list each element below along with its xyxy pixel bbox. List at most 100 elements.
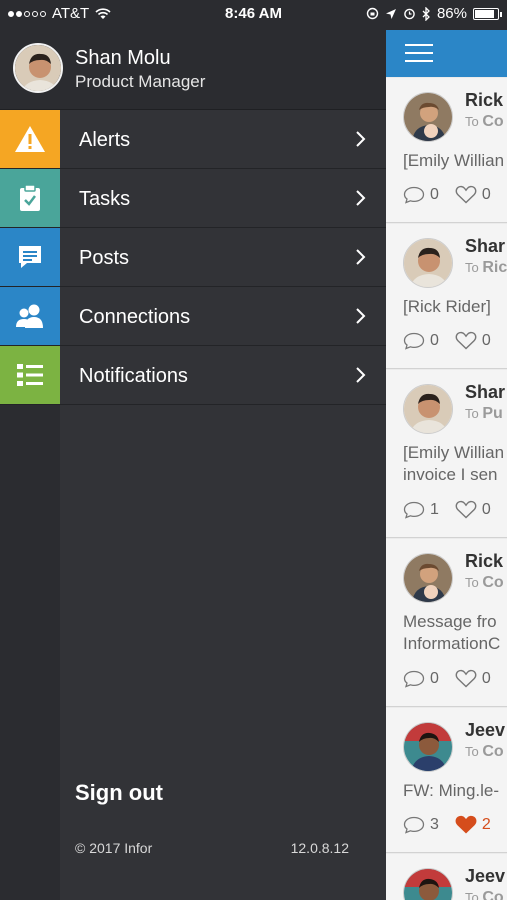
recipient-name: Co xyxy=(482,574,504,591)
menu-label-tasks: Tasks xyxy=(79,188,131,210)
like-heart-icon[interactable] xyxy=(455,669,477,688)
posts-tile xyxy=(0,228,60,286)
feed-card[interactable]: Jeev To Co xyxy=(386,854,507,900)
post-stats: 00 xyxy=(403,185,501,204)
clipboard-check-icon xyxy=(20,184,40,211)
like-count-button[interactable]: 2 xyxy=(455,815,491,834)
post-body: [Rick Rider] xyxy=(403,296,491,318)
recipient-name: Pu xyxy=(482,405,503,422)
like-count-button[interactable]: 0 xyxy=(455,331,491,350)
comment-count: 3 xyxy=(430,815,439,833)
author-avatar[interactable] xyxy=(403,384,453,434)
version-text: 12.0.8.12 xyxy=(290,840,349,856)
feed-panel[interactable]: Rick To Co [Emily Willian 0 0 Shar To Ric [Ric… xyxy=(386,30,507,900)
to-prefix: To xyxy=(465,890,483,900)
like-count-button[interactable]: 0 xyxy=(455,185,491,204)
post-body: Message fro InformationC xyxy=(403,611,500,655)
comment-icon xyxy=(403,816,425,834)
comment-icon xyxy=(403,186,425,204)
comment-count: 0 xyxy=(430,185,439,203)
location-arrow-icon xyxy=(385,8,396,19)
recipient-name: Ric xyxy=(482,259,507,276)
menu-item-alerts[interactable]: Alerts xyxy=(0,110,386,169)
post-body-line: invoice I sen xyxy=(403,465,498,484)
like-count-button[interactable]: 0 xyxy=(455,669,491,688)
recipient-name: Co xyxy=(482,889,504,900)
recipient-line: To Ric xyxy=(465,259,507,277)
speech-bubble-icon xyxy=(19,246,41,268)
copyright-text: © 2017 Infor xyxy=(75,840,153,856)
comment-count-button[interactable]: 0 xyxy=(403,670,439,688)
like-heart-icon[interactable] xyxy=(455,331,477,350)
feed-card[interactable]: Jeev To Co FW: Ming.le- 3 2 xyxy=(386,708,507,853)
comment-count-button[interactable]: 0 xyxy=(403,332,439,350)
menu-item-notifications[interactable]: Notifications xyxy=(0,346,386,405)
like-count: 0 xyxy=(481,500,491,518)
recipient-line: To Co xyxy=(465,889,504,900)
author-name: Rick xyxy=(465,551,504,571)
comment-count-button[interactable]: 3 xyxy=(403,816,439,834)
comment-count: 0 xyxy=(430,331,439,349)
feed-card[interactable]: Shar To Ric [Rick Rider] 0 0 xyxy=(386,224,507,369)
comment-icon xyxy=(403,501,425,519)
like-count: 0 xyxy=(481,669,491,687)
post-stats: 00 xyxy=(403,331,501,350)
author-avatar[interactable] xyxy=(403,238,453,288)
recipient-line: To Co xyxy=(465,574,504,592)
like-count: 2 xyxy=(481,815,491,833)
menu-item-connections[interactable]: Connections xyxy=(0,287,386,346)
post-body-line: [Rick Rider] xyxy=(403,297,491,316)
to-prefix: To xyxy=(465,744,483,759)
post-body-line: Message fro xyxy=(403,612,497,631)
recipient-name: Co xyxy=(482,113,504,130)
alarm-clock-icon xyxy=(404,8,415,20)
drawer-menu: Alerts Tasks Posts Connections Notificat… xyxy=(0,110,386,405)
connections-tile xyxy=(0,287,60,345)
comment-count-button[interactable]: 0 xyxy=(403,186,439,204)
author-avatar[interactable] xyxy=(403,553,453,603)
chevron-right-icon xyxy=(356,131,366,147)
menu-item-posts[interactable]: Posts xyxy=(0,228,386,287)
recipient-line: To Pu xyxy=(465,405,503,423)
rotation-lock-icon xyxy=(366,7,379,20)
like-heart-icon[interactable] xyxy=(455,185,477,204)
post-body-line: [Emily Willian xyxy=(403,443,505,462)
battery-percent: 86% xyxy=(436,5,467,22)
author-avatar[interactable] xyxy=(403,868,453,900)
recipient-line: To Co xyxy=(465,743,504,761)
menu-item-tasks[interactable]: Tasks xyxy=(0,169,386,228)
post-stats: 00 xyxy=(403,669,501,688)
post-body: [Emily Willian xyxy=(403,150,504,172)
bluetooth-icon xyxy=(422,6,430,21)
to-prefix: To xyxy=(465,575,483,590)
author-avatar[interactable] xyxy=(403,722,453,772)
author-avatar[interactable] xyxy=(403,92,453,142)
profile-header[interactable]: Shan Molu Product Manager xyxy=(0,30,386,110)
recipient-name: Co xyxy=(482,743,504,760)
menu-hamburger-icon[interactable] xyxy=(405,44,433,62)
feed-card[interactable]: Rick To Co [Emily Willian 0 0 xyxy=(386,78,507,223)
author-name: Shar xyxy=(465,236,506,256)
like-heart-icon[interactable] xyxy=(455,500,477,519)
feed-card[interactable]: Shar To Pu [Emily Willian invoice I sen 1 0 xyxy=(386,370,507,538)
comment-count: 1 xyxy=(430,500,439,518)
like-heart-icon[interactable] xyxy=(455,815,477,834)
author-name: Jeev xyxy=(465,720,506,740)
feed-card[interactable]: Rick To Co Message fro InformationC 0 0 xyxy=(386,539,507,707)
comment-icon xyxy=(403,670,425,688)
to-prefix: To xyxy=(465,114,483,129)
navigation-drawer: Shan Molu Product Manager Alerts Tasks P… xyxy=(0,30,386,900)
like-count-button[interactable]: 0 xyxy=(455,500,491,519)
post-stats: 32 xyxy=(403,815,501,834)
menu-label-posts: Posts xyxy=(79,247,130,269)
chevron-right-icon xyxy=(356,190,366,206)
author-name: Rick xyxy=(465,90,504,110)
recipient-line: To Co xyxy=(465,113,504,131)
sign-out-button[interactable]: Sign out xyxy=(75,780,163,806)
user-role: Product Manager xyxy=(75,72,206,91)
user-avatar xyxy=(13,43,63,93)
battery-icon xyxy=(473,7,502,20)
comment-count-button[interactable]: 1 xyxy=(403,501,439,519)
people-icon xyxy=(16,304,43,328)
user-name: Shan Molu xyxy=(75,47,171,69)
